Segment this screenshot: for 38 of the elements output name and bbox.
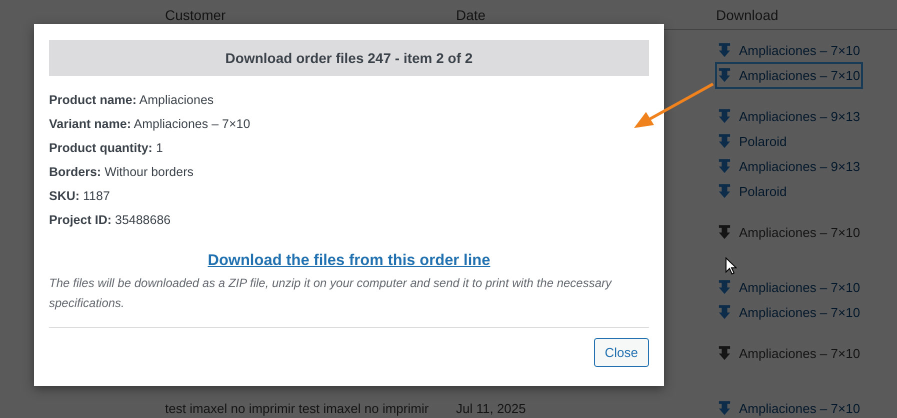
- note-text: The files will be downloaded as a ZIP file, unzip it on your computer and send it to print with the necessary specifications.: [49, 273, 649, 328]
- download-link[interactable]: Ampliaciones – 7×10: [716, 220, 862, 245]
- download-icon: [718, 184, 731, 199]
- download-icon: [718, 109, 731, 124]
- detail-line: Borders: Withour borders: [49, 164, 194, 181]
- download-link[interactable]: Ampliaciones – 7×10: [716, 341, 862, 366]
- download-link[interactable]: Polaroid: [716, 179, 789, 204]
- column-header: Download: [716, 6, 780, 22]
- download-icon: [718, 68, 731, 83]
- customer-cell-text: test imaxel no imprimir test imaxel no imprimir: [165, 400, 429, 418]
- download-link[interactable]: Ampliaciones – 9×13: [716, 154, 862, 179]
- modal-title: Download order files 247 - item 2 of 2: [49, 40, 649, 76]
- column-header: Date: [456, 6, 487, 22]
- download-link[interactable]: Ampliaciones – 7×10: [716, 63, 862, 88]
- close-button[interactable]: Close: [594, 338, 649, 367]
- download-icon: [718, 134, 731, 149]
- column-header: Customer: [165, 6, 227, 22]
- download-icon: [718, 401, 731, 416]
- download-icon: [718, 305, 731, 320]
- detail-line: Project ID: 35488686: [49, 212, 172, 229]
- download-icon: [718, 225, 731, 240]
- detail-line: Product quantity: 1: [49, 140, 164, 157]
- download-link[interactable]: Ampliaciones – 7×10: [716, 300, 862, 325]
- download-icon: [718, 159, 731, 174]
- download-link[interactable]: Ampliaciones – 7×10: [716, 275, 862, 300]
- detail-line: Variant name: Ampliaciones – 7×10: [49, 116, 252, 133]
- detail-line: Product name: Ampliaciones: [49, 92, 215, 109]
- detail-line: SKU: 1187: [49, 188, 111, 205]
- download-link[interactable]: Ampliaciones – 7×10: [716, 38, 862, 63]
- download-icon: [718, 280, 731, 295]
- download-link[interactable]: Ampliaciones – 9×13: [716, 104, 862, 129]
- download-icon: [718, 43, 731, 58]
- download-link[interactable]: Ampliaciones – 7×10: [716, 396, 862, 418]
- download-files-link[interactable]: Download the files from this order line: [208, 252, 490, 269]
- cursor-icon: [725, 257, 737, 275]
- date-cell-text: Jul 11, 2025: [456, 400, 526, 418]
- download-link[interactable]: Polaroid: [716, 129, 789, 154]
- download-icon: [718, 346, 731, 361]
